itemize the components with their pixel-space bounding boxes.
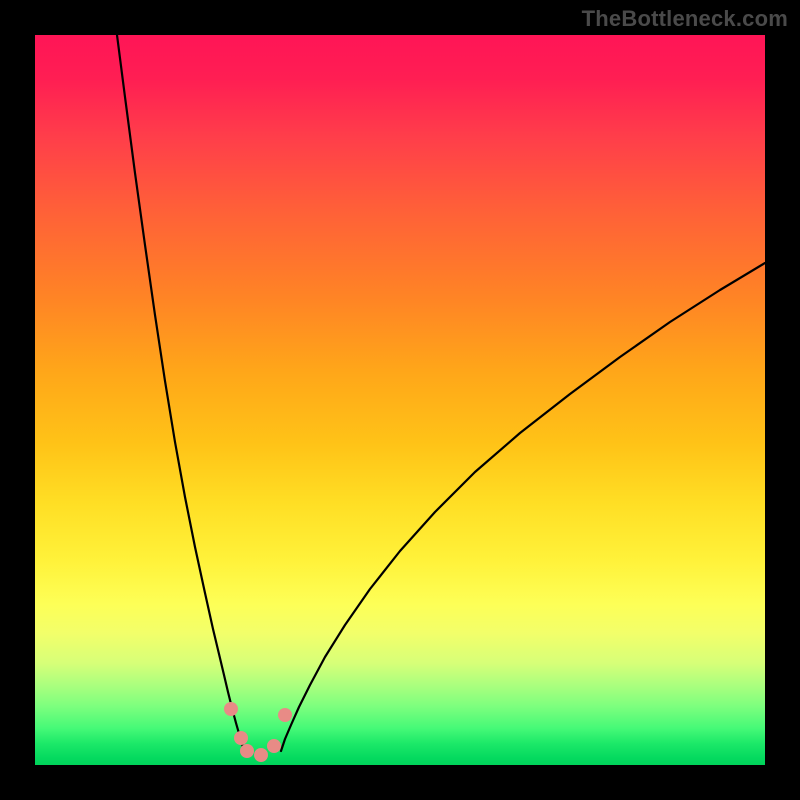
- marker-dot: [234, 731, 248, 745]
- left-curve: [117, 35, 244, 751]
- marker-dot: [267, 739, 281, 753]
- marker-dot: [254, 748, 268, 762]
- marker-dot: [240, 744, 254, 758]
- curves-layer: [35, 35, 765, 765]
- right-curve: [281, 263, 765, 751]
- chart-stage: TheBottleneck.com: [0, 0, 800, 800]
- marker-dot: [278, 708, 292, 722]
- marker-dot: [224, 702, 238, 716]
- minimum-markers: [224, 702, 292, 762]
- plot-area: [35, 35, 765, 765]
- watermark-text: TheBottleneck.com: [582, 6, 788, 32]
